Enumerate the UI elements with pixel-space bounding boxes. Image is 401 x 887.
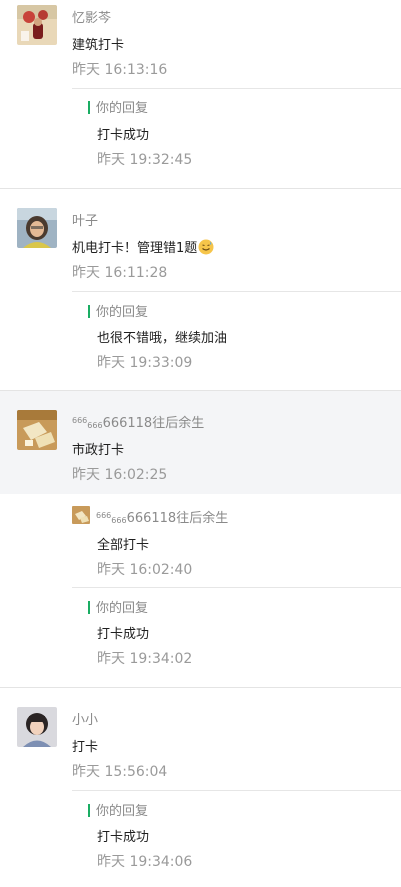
- divider: [72, 291, 401, 292]
- comment-item[interactable]: 叶子 机电打卡！管理错1题 昨天 16:11:28 你的回复 也很不错哦，继续加…: [0, 189, 401, 390]
- commenter-name[interactable]: 叶子: [72, 210, 98, 229]
- avatar-icon: [17, 410, 57, 450]
- sweat-smile-emoji-icon: [198, 239, 214, 255]
- avatar[interactable]: [17, 208, 57, 248]
- comment-thread: 666666666118往后余生 全部打卡 昨天 16:02:40 你的回复 打…: [0, 494, 401, 687]
- comment-time: 昨天 16:02:40: [97, 562, 193, 578]
- reply-label: 你的回复: [88, 800, 148, 819]
- divider: [72, 587, 401, 588]
- comment-text: 机电打卡！管理错1题: [72, 237, 214, 256]
- avatar-icon: [17, 208, 57, 248]
- avatar-icon: [17, 5, 57, 45]
- reply-time: 昨天 19:32:45: [97, 152, 193, 168]
- commenter-name[interactable]: 666666666118往后余生: [96, 507, 228, 526]
- name-rest: 666118往后余生: [126, 511, 229, 526]
- avatar[interactable]: [72, 506, 90, 524]
- reply-marker: [88, 305, 90, 318]
- reply-time: 昨天 19:34:06: [97, 854, 193, 870]
- comment-item[interactable]: 忆影芩 建筑打卡 昨天 16:13:16 你的回复 打卡成功 昨天 19:32:…: [0, 0, 401, 188]
- reply-marker: [88, 804, 90, 817]
- reply-marker: [88, 601, 90, 614]
- comment-text: 市政打卡: [72, 443, 125, 458]
- comment-time: 昨天 16:11:28: [72, 265, 168, 281]
- commenter-name[interactable]: 忆影芩: [72, 7, 111, 26]
- avatar-icon: [72, 506, 90, 524]
- avatar[interactable]: [17, 410, 57, 450]
- comment-time: 昨天 16:02:25: [72, 467, 168, 483]
- comment-text: 打卡: [72, 740, 99, 755]
- reply-time: 昨天 19:34:02: [97, 651, 193, 667]
- comment-time: 昨天 15:56:04: [72, 764, 168, 780]
- divider: [72, 88, 401, 89]
- avatar[interactable]: [17, 707, 57, 747]
- comment-text-value: 机电打卡！管理错1题: [72, 241, 198, 256]
- name-sup: 666: [96, 511, 112, 520]
- comment-item[interactable]: 小小 打卡 昨天 15:56:04 你的回复 打卡成功 昨天 19:34:06: [0, 688, 401, 887]
- reply-marker: [88, 101, 90, 114]
- comment-item[interactable]: 666666666118往后余生 市政打卡 昨天 16:02:25: [0, 391, 401, 494]
- reply-label: 你的回复: [88, 597, 148, 616]
- reply-label: 你的回复: [88, 97, 148, 116]
- reply-text: 打卡成功: [97, 627, 150, 642]
- name-sub: 666: [111, 516, 127, 525]
- name-sub: 666: [87, 421, 103, 430]
- reply-text: 打卡成功: [97, 128, 150, 143]
- comment-text: 建筑打卡: [72, 38, 125, 53]
- reply-text: 也很不错哦，继续加油: [97, 331, 228, 346]
- reply-text: 打卡成功: [97, 830, 150, 845]
- avatar[interactable]: [17, 5, 57, 45]
- commenter-name[interactable]: 小小: [72, 709, 98, 728]
- comment-time: 昨天 16:13:16: [72, 62, 168, 78]
- divider: [72, 790, 401, 791]
- name-sup: 666: [72, 416, 88, 425]
- comment-text: 全部打卡: [97, 538, 150, 553]
- reply-label: 你的回复: [88, 301, 148, 320]
- reply-time: 昨天 19:33:09: [97, 355, 193, 371]
- name-rest: 666118往后余生: [102, 416, 205, 431]
- commenter-name[interactable]: 666666666118往后余生: [72, 412, 204, 431]
- avatar-icon: [17, 707, 57, 747]
